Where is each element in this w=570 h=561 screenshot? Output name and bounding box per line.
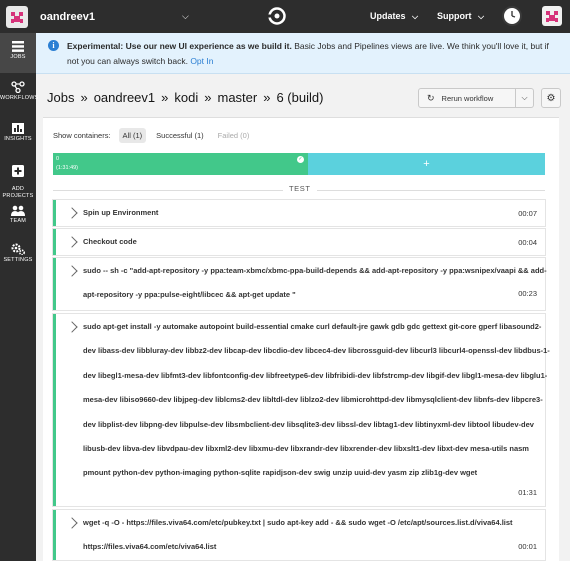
- step-duration: 01:31: [518, 488, 537, 497]
- chevron-right-icon: [66, 321, 78, 333]
- step-command: Spin up Environment: [83, 208, 159, 217]
- step-command: wget -q -O - https://files.viva64.com/et…: [83, 518, 513, 552]
- step-spin-up-environment[interactable]: Spin up Environment 00:07: [53, 200, 545, 226]
- org-switcher-chevron-icon[interactable]: ⌵: [182, 11, 189, 22]
- sidebar-item-team[interactable]: TEAM: [0, 205, 36, 237]
- breadcrumb-build: 6 (build): [276, 90, 324, 105]
- sidebar-item-settings[interactable]: SETTINGS: [0, 243, 36, 275]
- breadcrumb: Jobs » oandreev1 » kodi » master » 6 (build): [47, 90, 329, 105]
- banner-bold-text: Experimental: Use our new UI experience …: [67, 41, 292, 51]
- step-wget-pubkey[interactable]: wget -q -O - https://files.viva64.com/et…: [53, 510, 545, 560]
- check-icon: ✓: [297, 156, 304, 163]
- gears-icon: [11, 243, 25, 255]
- filter-failed[interactable]: Failed (0): [214, 128, 254, 143]
- experimental-banner: i Experimental: Use our new UI experienc…: [36, 33, 570, 74]
- chevron-right-icon: [66, 265, 78, 277]
- breadcrumb-separator: »: [161, 90, 169, 105]
- breadcrumb-separator: »: [204, 90, 212, 105]
- sidebar-item-label: INSIGHTS: [4, 136, 32, 142]
- breadcrumb-separator: »: [80, 90, 88, 105]
- step-add-apt-repositories[interactable]: sudo -- sh -c "add-apt-repository -y ppa…: [53, 258, 547, 310]
- chevron-right-icon: [66, 207, 78, 219]
- step-duration: 00:23: [518, 289, 537, 298]
- build-panel: Show containers: All (1) Successful (1) …: [43, 117, 559, 561]
- container-index: 0: [56, 156, 60, 162]
- rerun-dropdown-button[interactable]: ⌵: [516, 88, 534, 108]
- sidebar-item-label: SETTINGS: [3, 257, 33, 263]
- filter-all[interactable]: All (1): [118, 128, 147, 143]
- sidebar-item-label: ADD PROJECTS: [2, 186, 34, 199]
- top-bar: oandreev1 ⌵ Updates ⌵ Support ⌵: [0, 0, 570, 33]
- support-menu[interactable]: Support ⌵: [437, 11, 484, 22]
- add-container-bar[interactable]: +: [308, 153, 545, 175]
- sidebar-item-add-projects[interactable]: ADD PROJECTS: [0, 158, 36, 199]
- container-0-bar[interactable]: 0 (1:31:49) ✓: [53, 153, 308, 175]
- step-duration: 00:04: [518, 238, 537, 247]
- chevron-down-icon: ⌵: [412, 12, 419, 21]
- updates-menu[interactable]: Updates ⌵: [370, 11, 418, 22]
- rerun-label: Rerun workflow: [441, 93, 494, 103]
- sidebar-item-label: TEAM: [9, 218, 27, 224]
- breadcrumb-jobs[interactable]: Jobs: [47, 90, 74, 105]
- opt-in-link[interactable]: Opt In: [190, 56, 213, 66]
- sidebar: JOBS WORKFLOWS INSIGHTS ADD PROJECTS TEA…: [0, 33, 39, 561]
- sidebar-item-jobs[interactable]: JOBS: [0, 33, 36, 73]
- clock-icon[interactable]: [502, 6, 522, 26]
- sidebar-item-label: WORKFLOWS: [0, 95, 39, 101]
- org-avatar[interactable]: [6, 5, 28, 28]
- container-duration: (1:31:49): [56, 165, 79, 171]
- updates-label: Updates: [370, 11, 406, 21]
- filter-successful[interactable]: Successful (1): [152, 128, 208, 143]
- breadcrumb-project[interactable]: kodi: [174, 90, 198, 105]
- chevron-right-icon: [66, 517, 78, 529]
- step-command: Checkout code: [83, 237, 137, 246]
- section-label: TEST: [283, 184, 317, 193]
- breadcrumb-branch[interactable]: master: [217, 90, 257, 105]
- breadcrumb-org[interactable]: oandreev1: [94, 90, 155, 105]
- banner-text: Experimental: Use our new UI experience …: [67, 39, 562, 69]
- rerun-workflow-button[interactable]: ↻ Rerun workflow: [418, 88, 516, 108]
- user-avatar[interactable]: [542, 6, 562, 26]
- support-label: Support: [437, 11, 472, 21]
- info-icon: i: [48, 40, 59, 51]
- step-duration: 00:01: [518, 542, 537, 551]
- step-command: sudo -- sh -c "add-apt-repository -y ppa…: [83, 266, 547, 300]
- breadcrumb-separator: »: [263, 90, 271, 105]
- container-filters: Show containers: All (1) Successful (1) …: [53, 128, 253, 143]
- sidebar-item-workflows[interactable]: WORKFLOWS: [0, 81, 39, 113]
- chevron-right-icon: [66, 236, 78, 248]
- plus-square-icon: [12, 165, 24, 177]
- workflow-icon: [11, 81, 25, 93]
- chevron-down-icon: ⌵: [521, 93, 528, 102]
- org-name[interactable]: oandreev1: [40, 11, 180, 23]
- containers-label: Show containers:: [53, 131, 111, 140]
- step-command: sudo apt-get install -y automake autopoi…: [83, 322, 550, 478]
- refresh-icon: ↻: [427, 92, 435, 103]
- project-settings-button[interactable]: ⚙: [541, 88, 561, 108]
- chevron-down-icon: ⌵: [478, 12, 485, 21]
- gear-icon: ⚙: [546, 92, 556, 104]
- sidebar-item-label: JOBS: [10, 54, 26, 60]
- bar-chart-icon: [12, 123, 24, 134]
- step-duration: 00:07: [518, 209, 537, 218]
- sidebar-item-insights[interactable]: INSIGHTS: [0, 123, 36, 155]
- step-apt-get-install[interactable]: sudo apt-get install -y automake autopoi…: [53, 314, 550, 506]
- step-checkout-code[interactable]: Checkout code 00:04: [53, 229, 545, 255]
- people-icon: [11, 205, 25, 216]
- list-icon: [12, 41, 24, 52]
- circleci-logo-icon[interactable]: [268, 7, 286, 25]
